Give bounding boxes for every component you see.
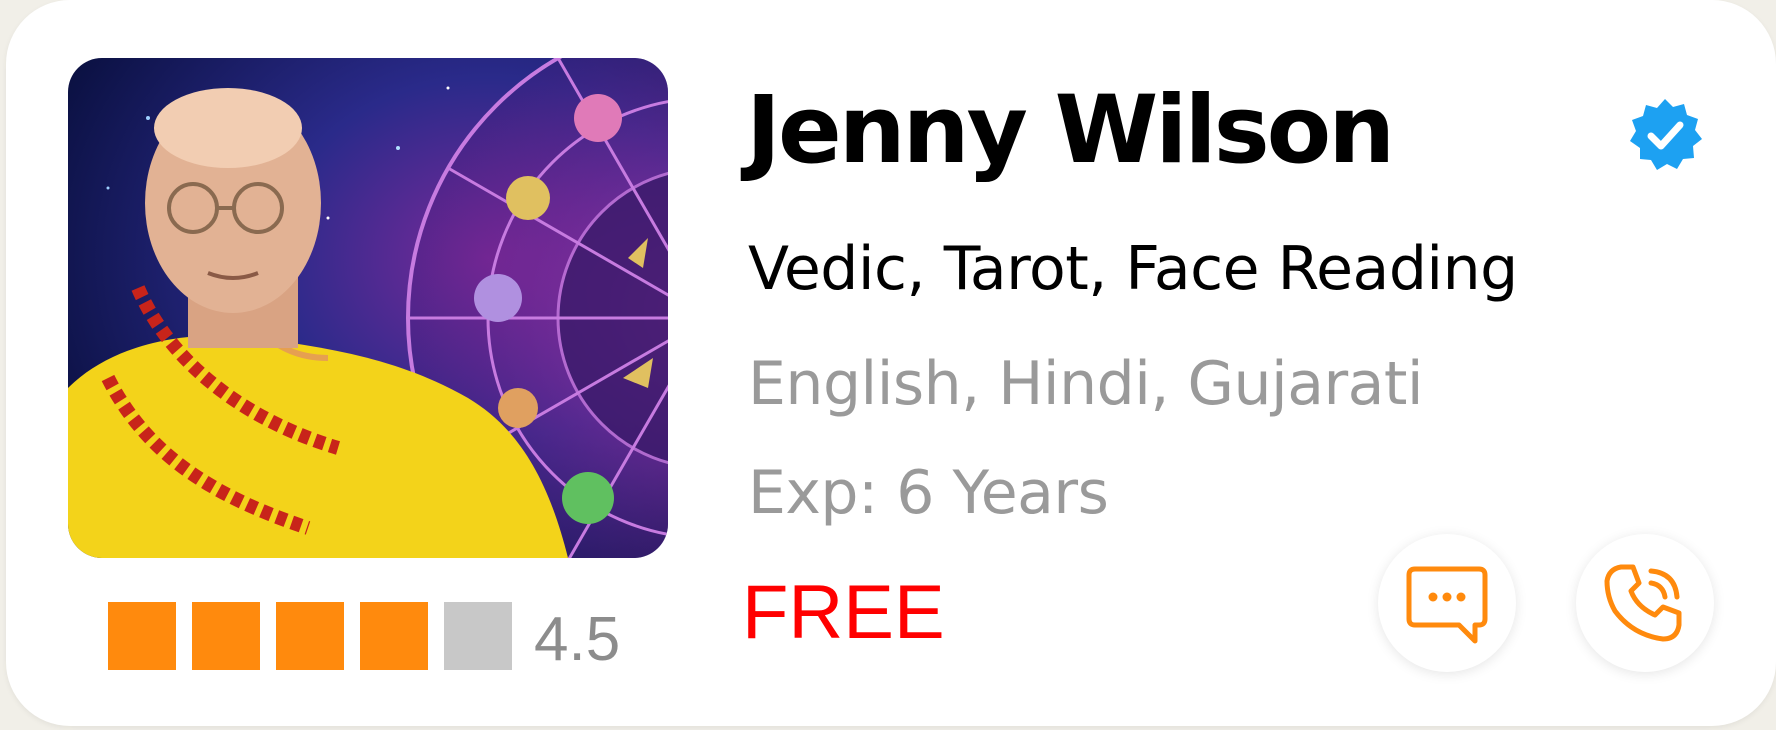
phone-call-icon xyxy=(1604,564,1682,642)
astrologer-languages: English, Hindi, Gujarati xyxy=(748,349,1424,419)
astrologer-experience: Exp: 6 Years xyxy=(748,458,1109,528)
price-label: FREE xyxy=(742,570,945,655)
chat-bubble-icon xyxy=(1406,566,1488,644)
verified-badge-icon xyxy=(1626,96,1704,174)
rating-block-filled xyxy=(192,602,260,670)
astrologer-card[interactable]: 4.5 Jenny Wilson Vedic, Tarot, Face Read… xyxy=(6,0,1776,726)
call-button[interactable] xyxy=(1576,534,1714,672)
rating-value: 4.5 xyxy=(534,605,621,674)
rating: 4.5 xyxy=(108,602,620,674)
rating-block-filled xyxy=(276,602,344,670)
astrologer-name: Jenny Wilson xyxy=(746,76,1395,185)
chat-button[interactable] xyxy=(1378,534,1516,672)
rating-block-filled xyxy=(360,602,428,670)
rating-block-empty xyxy=(444,602,512,670)
rating-block-filled xyxy=(108,602,176,670)
astrologer-skills: Vedic, Tarot, Face Reading xyxy=(748,234,1518,304)
astrologer-photo xyxy=(68,58,668,558)
